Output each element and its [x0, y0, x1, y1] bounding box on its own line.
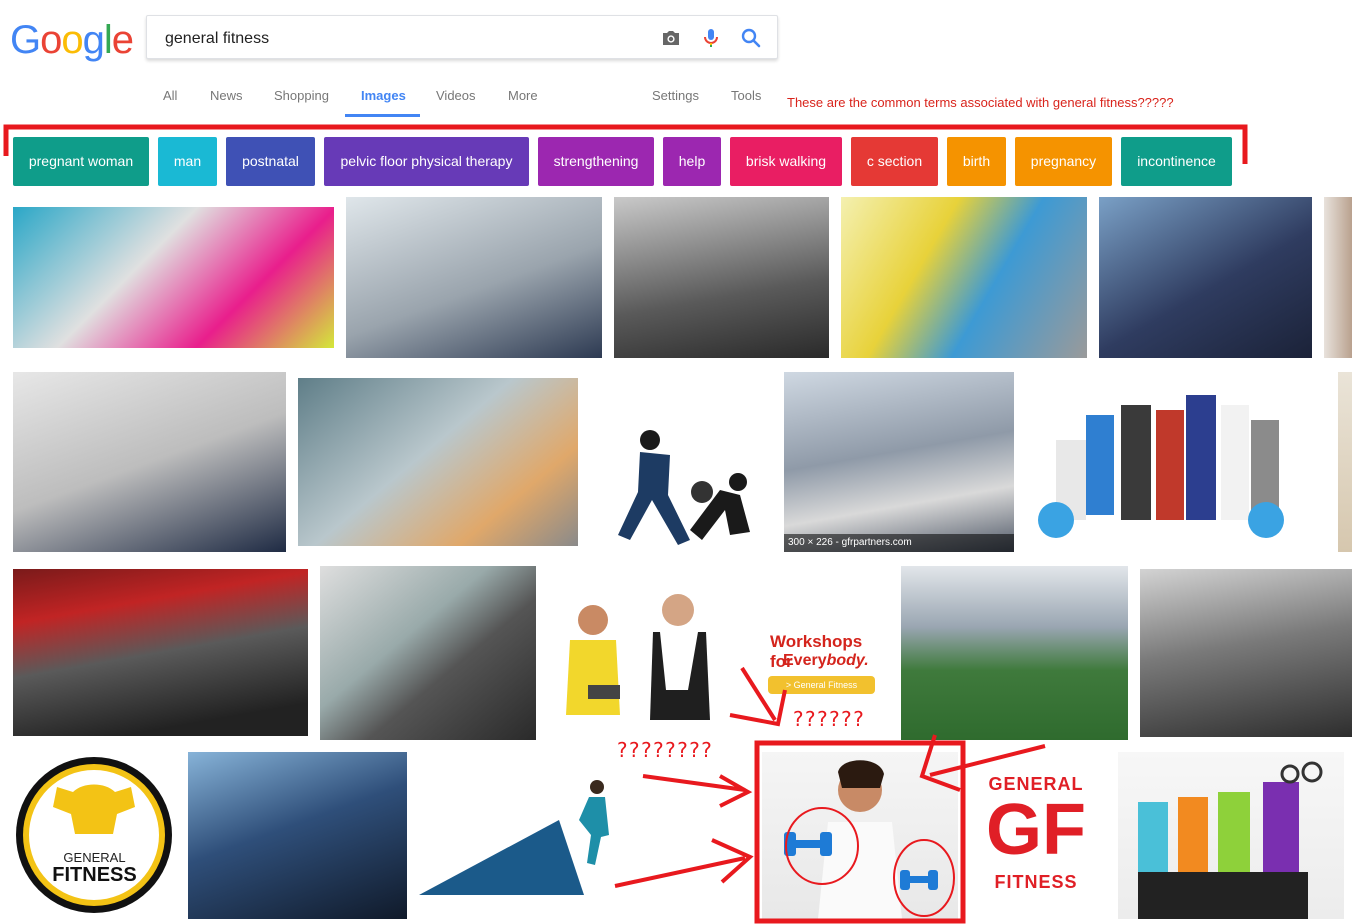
ad-headline-line2: Every [783, 652, 827, 669]
active-tab-indicator [345, 114, 420, 117]
logo-letter: e [111, 18, 134, 62]
chip-birth[interactable]: birth [947, 137, 1006, 186]
image-result[interactable] [1338, 372, 1352, 552]
tab-all[interactable]: All [163, 88, 177, 103]
image-result[interactable] [13, 569, 308, 736]
chip-man[interactable]: man [158, 137, 217, 186]
image-result[interactable] [320, 566, 536, 740]
image-result[interactable] [13, 207, 334, 348]
image-result[interactable]: GENERAL FITNESS [13, 752, 176, 919]
image-result[interactable]: Workshops for Everybody. > General Fitne… [548, 580, 888, 725]
chip-brisk-walking[interactable]: brisk walking [730, 137, 842, 186]
search-icon[interactable] [739, 26, 763, 50]
question-marks-left: ???????? [616, 738, 713, 762]
general-fitness-badge-logo [16, 757, 172, 913]
tab-settings[interactable]: Settings [652, 88, 699, 103]
microphone-icon[interactable] [699, 26, 723, 50]
image-result[interactable] [1118, 752, 1344, 919]
chip-pregnant-woman[interactable]: pregnant woman [13, 137, 149, 186]
image-result[interactable] [1099, 197, 1312, 358]
logo-letter: o [40, 18, 62, 62]
badge-line1: GENERAL [63, 850, 126, 865]
image-result[interactable] [590, 400, 772, 550]
image-result[interactable] [762, 752, 958, 919]
image-result[interactable] [419, 775, 629, 900]
image-result[interactable] [1026, 380, 1326, 545]
tab-news[interactable]: News [210, 88, 243, 103]
image-result[interactable] [1140, 569, 1352, 737]
badge-line2: FITNESS [52, 864, 137, 886]
arrow [642, 774, 746, 792]
tab-videos[interactable]: Videos [436, 88, 476, 103]
arrow [614, 856, 746, 888]
arrow-head [711, 838, 754, 884]
image-result[interactable]: 300 × 226 - gfrpartners.com [784, 372, 1014, 552]
chip-postnatal[interactable]: postnatal [226, 137, 315, 186]
image-result[interactable]: GENERAL GF FITNESS [965, 770, 1107, 895]
chip-strengthening[interactable]: strengthening [538, 137, 654, 186]
image-result[interactable] [188, 752, 407, 919]
tab-tools[interactable]: Tools [731, 88, 761, 103]
question-marks-right: ?????? [792, 707, 865, 731]
tab-more[interactable]: More [508, 88, 538, 103]
ad-headline-line3: body. [826, 652, 869, 669]
women-with-kettlebells [1138, 761, 1323, 919]
gf-logo-bottom: FITNESS [994, 872, 1078, 892]
ad-general-fitness-button[interactable]: > General Fitness [768, 676, 875, 694]
stretching-woman-illustration [419, 780, 609, 895]
image-size-caption: 300 × 226 - gfrpartners.com [784, 534, 1014, 552]
chip-c-section[interactable]: c section [851, 137, 938, 186]
woman-with-dumbbells [784, 760, 938, 919]
arrow-head [719, 774, 753, 808]
tab-shopping[interactable]: Shopping [274, 88, 329, 103]
image-result[interactable] [614, 197, 829, 358]
search-box [146, 15, 778, 59]
image-result[interactable] [841, 197, 1087, 358]
logo-letter: o [61, 18, 83, 62]
gf-logo-letters: GF [986, 790, 1086, 870]
logo-letter: l [103, 18, 113, 62]
image-result[interactable] [298, 378, 578, 546]
chip-pelvic-floor-physical-therapy[interactable]: pelvic floor physical therapy [324, 137, 529, 186]
chip-help[interactable]: help [663, 137, 721, 186]
camera-icon[interactable] [659, 26, 683, 50]
ad-subheadline: Everybody. [783, 652, 869, 670]
search-input[interactable] [163, 26, 637, 52]
image-result[interactable] [901, 566, 1128, 740]
workout-silhouette [618, 430, 750, 545]
logo-letter: g [82, 18, 105, 62]
image-result[interactable] [346, 197, 602, 358]
google-logo[interactable]: Google [10, 18, 134, 63]
tab-images[interactable]: Images [361, 88, 406, 103]
logo-letter: G [10, 18, 41, 62]
image-result[interactable] [1324, 197, 1352, 358]
group-fitness-people [1038, 395, 1284, 538]
chip-incontinence[interactable]: incontinence [1121, 137, 1232, 186]
image-result[interactable] [13, 372, 286, 552]
chip-pregnancy[interactable]: pregnancy [1015, 137, 1112, 186]
annotation-note: These are the common terms associated wi… [787, 95, 1174, 110]
